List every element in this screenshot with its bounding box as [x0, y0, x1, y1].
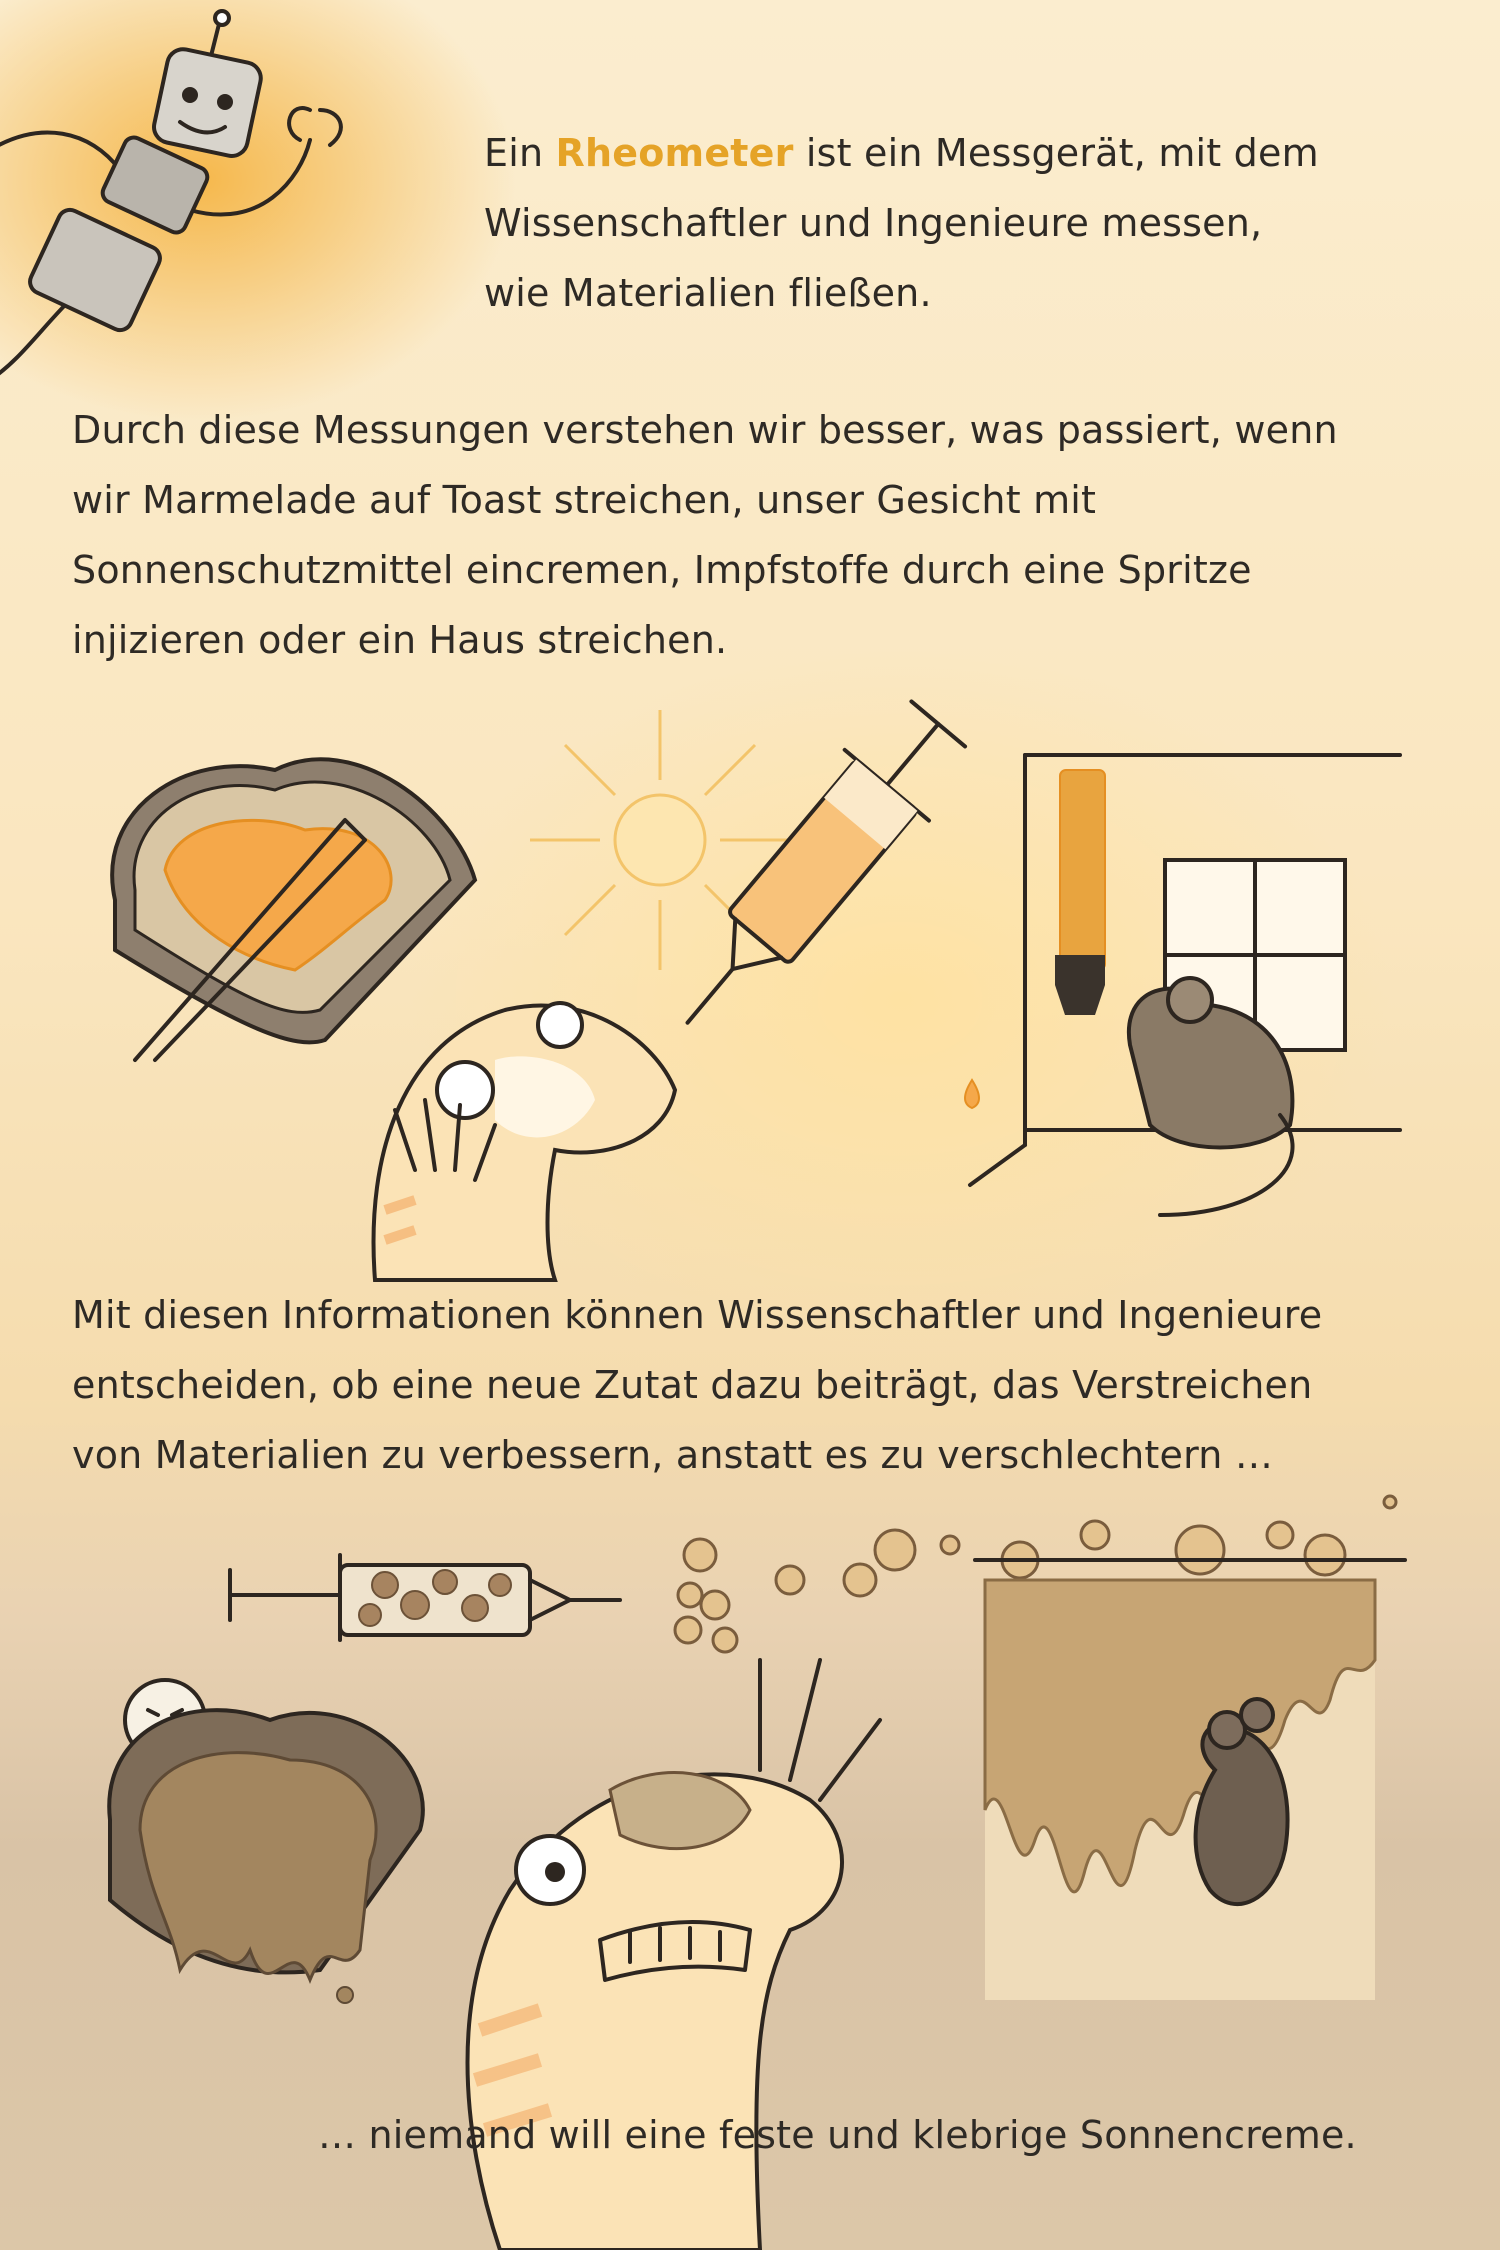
robot-icon	[0, 9, 343, 376]
paragraph-line: wir Marmelade auf Toast streichen, unser…	[72, 478, 1097, 522]
storybook-page: Ein Rheometer ist ein Messgerät, mit dem…	[0, 0, 1500, 2250]
decision-paragraph: Mit diesen Informationen können Wissensc…	[72, 1280, 1322, 1490]
mouse-painting-icon	[968, 753, 1402, 1217]
sticky-toast-icon	[107, 1678, 425, 2004]
intro-line-2: Wissenschaftler und Ingenieure messen,	[484, 201, 1263, 245]
intro-paragraph: Ein Rheometer ist ein Messgerät, mit dem…	[484, 118, 1319, 328]
paragraph-line: Durch diese Messungen verstehen wir bess…	[72, 408, 1338, 452]
paragraph-line: Sonnenschutzmittel eincremen, Impfstoffe…	[72, 548, 1252, 592]
paragraph-line: Mit diesen Informationen können Wissensc…	[72, 1293, 1323, 1337]
closing-line: … niemand will eine feste und klebrige S…	[318, 2113, 1357, 2157]
paragraph-line: injizieren oder ein Haus streichen.	[72, 618, 728, 662]
rheometer-keyword: Rheometer	[555, 131, 794, 175]
intro-line-3: wie Materialien fließen.	[484, 271, 932, 315]
measurement-paragraph: Durch diese Messungen verstehen wir bess…	[72, 395, 1338, 675]
intro-line-1: Ein Rheometer ist ein Messgerät, mit dem	[484, 131, 1319, 175]
paragraph-line: entscheiden, ob eine neue Zutat dazu bei…	[72, 1363, 1313, 1407]
lizard-sunscreen-icon	[371, 1001, 678, 1282]
syringe-icon	[685, 699, 980, 1110]
dripping-wall-icon	[973, 1558, 1407, 2000]
paragraph-line: von Materialien zu verbessern, anstatt e…	[72, 1433, 1274, 1477]
